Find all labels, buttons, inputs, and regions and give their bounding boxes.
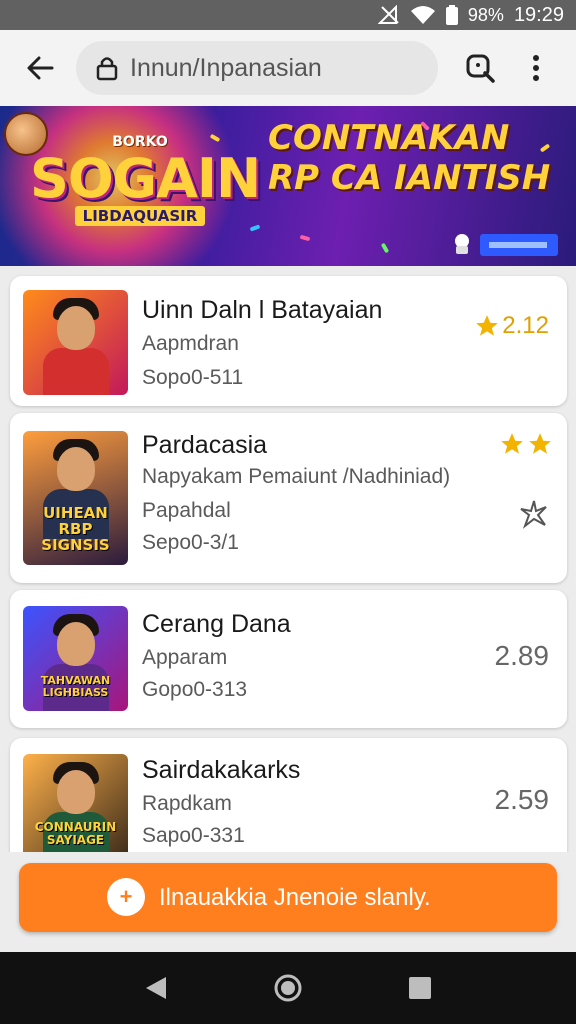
cta-label: Ilnauakkia Jnenoie slanly.: [159, 883, 431, 911]
item-meta: Sopo0-511: [142, 366, 244, 389]
item-title: Pardacasia: [142, 431, 268, 459]
list-item[interactable]: CONNAURIN SAYIAGE Sairdakakarks Rapdkam …: [10, 738, 567, 852]
wifi-icon: [410, 5, 436, 25]
item-subtitle: Napyakam Pemaiunt /Nadhiniad): [142, 465, 451, 488]
banner-headline: CONTNAKAN RP CA IANTISH: [268, 118, 551, 198]
item-thumbnail: CONNAURIN SAYIAGE: [23, 754, 128, 852]
nav-recents-button[interactable]: [390, 958, 450, 1018]
item-meta: Sapo0-331: [142, 824, 245, 847]
item-rating: 2.12: [474, 312, 549, 340]
promo-banner[interactable]: BORKO SOGAIN LIBDAQUASIR CONTNAKAN RP CA…: [0, 106, 576, 266]
badge-bars-icon: [489, 242, 547, 248]
search-button[interactable]: [452, 40, 508, 96]
clock-time: 19:29: [513, 3, 564, 26]
list-item[interactable]: UIHEAN RBP SIGNSIS Pardacasia Napyakam P…: [10, 413, 567, 583]
back-triangle-icon: [146, 977, 166, 999]
item-rating: [499, 431, 553, 457]
thumb-caption: CONNAURIN SAYIAGE: [34, 820, 117, 847]
search-icon: [466, 54, 495, 83]
recents-square-icon: [409, 977, 431, 999]
star-icon: [476, 315, 499, 336]
thumb-figure-face: [57, 770, 95, 814]
item-thumbnail: TAHVAWAN LIGHBIASS: [23, 606, 128, 711]
url-bar[interactable]: Innun/Inpanasian: [76, 41, 438, 95]
item-category: Papahdal: [142, 499, 231, 522]
confetti: [380, 242, 390, 254]
primary-cta-button[interactable]: + Ilnauakkia Jnenoie slanly.: [19, 863, 557, 932]
back-button[interactable]: [12, 40, 68, 96]
banner-logo-title: SOGAIN: [30, 147, 261, 210]
thumb-figure-face: [57, 622, 95, 666]
back-arrow-icon: [27, 56, 54, 80]
thumb-figure-face: [57, 447, 95, 491]
more-vert-icon: [533, 55, 539, 81]
status-bar: 98% 19:29: [0, 0, 576, 30]
lock-icon: [96, 57, 118, 81]
item-rating-value: 2.12: [502, 312, 549, 339]
star-icon: [501, 433, 523, 454]
item-title: Sairdakakarks: [142, 756, 301, 784]
battery-percent: 98%: [467, 4, 504, 25]
item-value: 2.59: [494, 784, 550, 815]
battery-icon: [445, 5, 458, 25]
home-circle-icon: [274, 974, 302, 1002]
url-text: Innun/Inpanasian: [130, 53, 322, 82]
thumb-caption: UIHEAN RBP SIGNSIS: [41, 504, 110, 554]
item-thumbnail: UIHEAN RBP SIGNSIS: [23, 431, 128, 565]
browser-toolbar: Innun/Inpanasian: [0, 30, 576, 106]
system-nav-bar: [0, 952, 576, 1024]
list-item[interactable]: Uinn Daln l Batayaian Aapmdran Sopo0-511…: [10, 276, 567, 406]
thumb-figure-body: [43, 348, 109, 395]
more-button[interactable]: [508, 40, 564, 96]
item-value: 2.89: [494, 640, 550, 671]
banner-badge[interactable]: [480, 234, 558, 256]
plus-icon: +: [107, 878, 145, 916]
item-meta: Gopo0-313: [142, 678, 248, 701]
item-subtitle: Apparam: [142, 646, 228, 669]
item-title: Uinn Daln l Batayaian: [142, 296, 383, 324]
banner-logo: BORKO SOGAIN LIBDAQUASIR: [30, 134, 261, 226]
item-meta: Sepo0-3/1: [142, 531, 239, 554]
no-signal-icon: [377, 5, 400, 25]
app-list: Uinn Daln l Batayaian Aapmdran Sopo0-511…: [0, 266, 576, 852]
sparkle-icon[interactable]: [519, 499, 549, 534]
confetti: [249, 224, 261, 232]
chef-icon: [450, 232, 474, 261]
nav-home-button[interactable]: [258, 958, 318, 1018]
confetti: [299, 234, 311, 242]
item-subtitle: Aapmdran: [142, 332, 239, 355]
thumb-caption: TAHVAWAN LIGHBIASS: [40, 674, 111, 699]
star-icon: [529, 433, 551, 454]
nav-back-button[interactable]: [126, 958, 186, 1018]
thumb-figure-face: [57, 306, 95, 350]
item-subtitle: Rapdkam: [142, 792, 232, 815]
item-thumbnail: [23, 290, 128, 395]
banner-logo-sub: LIBDAQUASIR: [74, 206, 206, 226]
item-title: Cerang Dana: [142, 610, 291, 638]
list-item[interactable]: TAHVAWAN LIGHBIASS Cerang Dana Apparam G…: [10, 590, 567, 728]
